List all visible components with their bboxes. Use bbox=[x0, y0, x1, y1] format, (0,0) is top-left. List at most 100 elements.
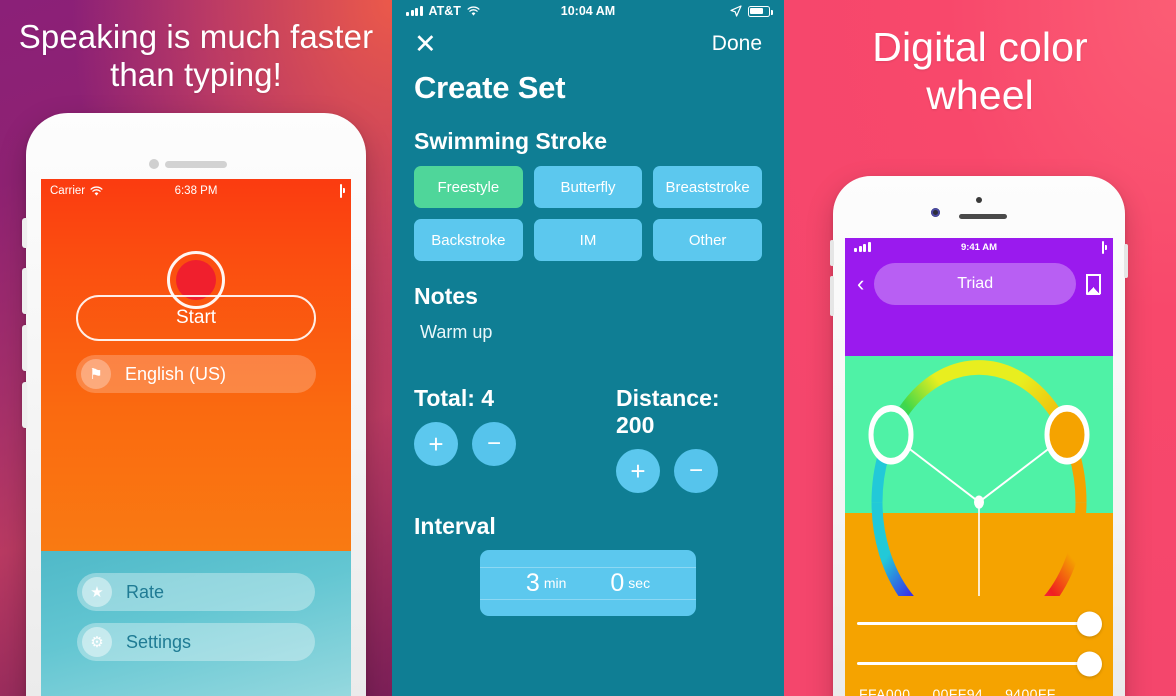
chip-butterfly[interactable]: Butterfly bbox=[533, 166, 643, 208]
distance-counter: Distance: 200 + − bbox=[560, 385, 762, 493]
phone-screen-left: Carrier 6:38 PM Start ⚑ English (US) ★ R… bbox=[41, 179, 351, 696]
wheel-center-dot bbox=[974, 495, 984, 509]
location-arrow-icon bbox=[730, 5, 742, 17]
interval-seconds-value: 0 bbox=[610, 568, 625, 597]
nav-bar-middle: ✕ Done bbox=[392, 22, 784, 66]
earpiece-speaker bbox=[959, 214, 1007, 219]
speech-app-bottom: ★ Rate ⚙ Settings Speech Powered by bbox=[41, 551, 351, 696]
phone-right-mute-switch[interactable] bbox=[830, 240, 834, 266]
status-bar-middle: AT&T 10:04 AM bbox=[392, 0, 784, 22]
phone-side-button[interactable] bbox=[22, 382, 27, 428]
bookmark-icon[interactable] bbox=[1086, 274, 1101, 295]
settings-button[interactable]: ⚙ Settings bbox=[77, 623, 315, 661]
language-label: English (US) bbox=[125, 363, 227, 384]
chip-breaststroke[interactable]: Breaststroke bbox=[653, 166, 762, 208]
phone-mockup-left: Carrier 6:38 PM Start ⚑ English (US) ★ R… bbox=[22, 113, 366, 696]
distance-minus-button[interactable]: − bbox=[674, 449, 718, 493]
hex-code-2[interactable]: 00FF94 bbox=[932, 686, 983, 696]
phone-screen-right: 9:41 AM ‹ Triad FFA000 00FF94 9400FF bbox=[845, 238, 1113, 696]
battery-icon bbox=[748, 5, 773, 17]
chip-backstroke[interactable]: Backstroke bbox=[414, 219, 523, 261]
headline-left-line1: Speaking is much faster bbox=[18, 18, 374, 55]
record-inner-dot bbox=[176, 260, 216, 300]
handle-orange bbox=[1044, 405, 1090, 465]
interval-seconds-unit: sec bbox=[628, 575, 651, 591]
front-camera-icon bbox=[149, 159, 159, 169]
star-icon: ★ bbox=[82, 577, 112, 607]
total-counter: Total: 4 + − bbox=[414, 385, 560, 493]
total-minus-button[interactable]: − bbox=[472, 422, 516, 466]
scheme-selector[interactable]: Triad bbox=[874, 263, 1076, 305]
interval-minutes-unit: min bbox=[543, 575, 567, 591]
color-wheel-area: FFA000 00FF94 9400FF bbox=[845, 312, 1113, 696]
close-x-icon[interactable]: ✕ bbox=[414, 30, 437, 58]
status-bar-left: Carrier 6:38 PM bbox=[41, 179, 351, 203]
color-wheel-app: 9:41 AM ‹ Triad FFA000 00FF94 9400FF bbox=[845, 238, 1113, 696]
handle-green bbox=[868, 405, 914, 465]
slider-saturation-knob[interactable] bbox=[1077, 611, 1102, 636]
headline-right-line1: Digital color bbox=[872, 24, 1088, 70]
headline-right: Digital color wheel bbox=[784, 24, 1176, 119]
headline-left: Speaking is much faster than typing! bbox=[0, 18, 392, 95]
panel-left: Speaking is much faster than typing! Car… bbox=[0, 0, 392, 696]
microphone-icon bbox=[976, 197, 982, 203]
chip-other[interactable]: Other bbox=[653, 219, 762, 261]
phone-right-power-button[interactable] bbox=[1124, 244, 1128, 278]
earpiece-speaker bbox=[165, 161, 227, 168]
slider-brightness[interactable] bbox=[857, 651, 1102, 676]
screenshot-stage: Speaking is much faster than typing! Car… bbox=[0, 0, 1176, 696]
interval-minutes-value: 3 bbox=[525, 568, 540, 597]
status-time-middle: 10:04 AM bbox=[560, 4, 616, 18]
stroke-options: Freestyle Butterfly Breaststroke Backstr… bbox=[414, 166, 762, 261]
create-set-body: Swimming Stroke Freestyle Butterfly Brea… bbox=[392, 128, 784, 616]
chip-im[interactable]: IM bbox=[533, 219, 643, 261]
chevron-left-icon[interactable]: ‹ bbox=[857, 273, 864, 295]
chip-freestyle[interactable]: Freestyle bbox=[414, 166, 523, 208]
stroke-section-heading: Swimming Stroke bbox=[414, 128, 607, 154]
notes-section-heading: Notes bbox=[414, 283, 478, 309]
headline-right-line2: wheel bbox=[926, 71, 1034, 118]
phone-mockup-right: 9:41 AM ‹ Triad FFA000 00FF94 9400FF bbox=[830, 176, 1128, 696]
wifi-icon bbox=[90, 186, 103, 196]
distance-plus-button[interactable]: + bbox=[616, 449, 660, 493]
done-button[interactable]: Done bbox=[712, 32, 762, 56]
notes-input[interactable]: Warm up bbox=[414, 322, 762, 343]
flag-icon: ⚑ bbox=[81, 359, 111, 389]
headline-left-line2: than typing! bbox=[110, 56, 282, 94]
battery-full-icon bbox=[1102, 240, 1104, 254]
battery-full-icon bbox=[340, 184, 342, 198]
distance-label: Distance: 200 bbox=[616, 385, 720, 438]
slider-saturation[interactable] bbox=[857, 611, 1102, 636]
phone-volume-up-button[interactable] bbox=[22, 268, 27, 314]
hex-code-1[interactable]: FFA000 bbox=[859, 686, 910, 696]
carrier-label: Carrier bbox=[50, 185, 86, 197]
create-set-app: AT&T 10:04 AM ✕ Done Create Set Swimming… bbox=[392, 0, 784, 696]
hex-codes-row: FFA000 00FF94 9400FF bbox=[859, 686, 1099, 696]
counters-row: Total: 4 + − Distance: 200 + − bbox=[414, 385, 762, 493]
total-label: Total: 4 bbox=[414, 385, 495, 411]
status-bar-right: 9:41 AM bbox=[845, 238, 1113, 256]
page-title: Create Set bbox=[414, 70, 566, 105]
hex-code-3[interactable]: 9400FF bbox=[1005, 686, 1056, 696]
record-controls: Start ⚑ English (US) bbox=[41, 251, 351, 393]
start-button[interactable]: Start bbox=[76, 295, 316, 341]
phone-volume-down-button[interactable] bbox=[22, 325, 27, 371]
gear-icon: ⚙ bbox=[82, 627, 112, 657]
slider-group: FFA000 00FF94 9400FF bbox=[845, 596, 1113, 696]
phone-mute-switch[interactable] bbox=[22, 218, 27, 248]
status-time-right: 9:41 AM bbox=[960, 241, 998, 253]
interval-picker[interactable]: 3 min 0 sec bbox=[480, 550, 696, 616]
total-plus-button[interactable]: + bbox=[414, 422, 458, 466]
speech-app-top: Carrier 6:38 PM Start ⚑ English (US) bbox=[41, 179, 351, 551]
rate-label: Rate bbox=[126, 581, 165, 602]
language-selector[interactable]: ⚑ English (US) bbox=[76, 355, 316, 393]
speech-app: Carrier 6:38 PM Start ⚑ English (US) ★ R… bbox=[41, 179, 351, 696]
rate-button[interactable]: ★ Rate bbox=[77, 573, 315, 611]
settings-label: Settings bbox=[126, 631, 192, 652]
slider-brightness-knob[interactable] bbox=[1077, 651, 1102, 676]
interval-heading: Interval bbox=[414, 513, 496, 539]
front-camera-icon bbox=[931, 208, 940, 217]
panel-middle: AT&T 10:04 AM ✕ Done Create Set Swimming… bbox=[392, 0, 784, 696]
nav-bar-right: ‹ Triad bbox=[845, 256, 1113, 312]
phone-right-volume-buttons[interactable] bbox=[830, 276, 834, 316]
